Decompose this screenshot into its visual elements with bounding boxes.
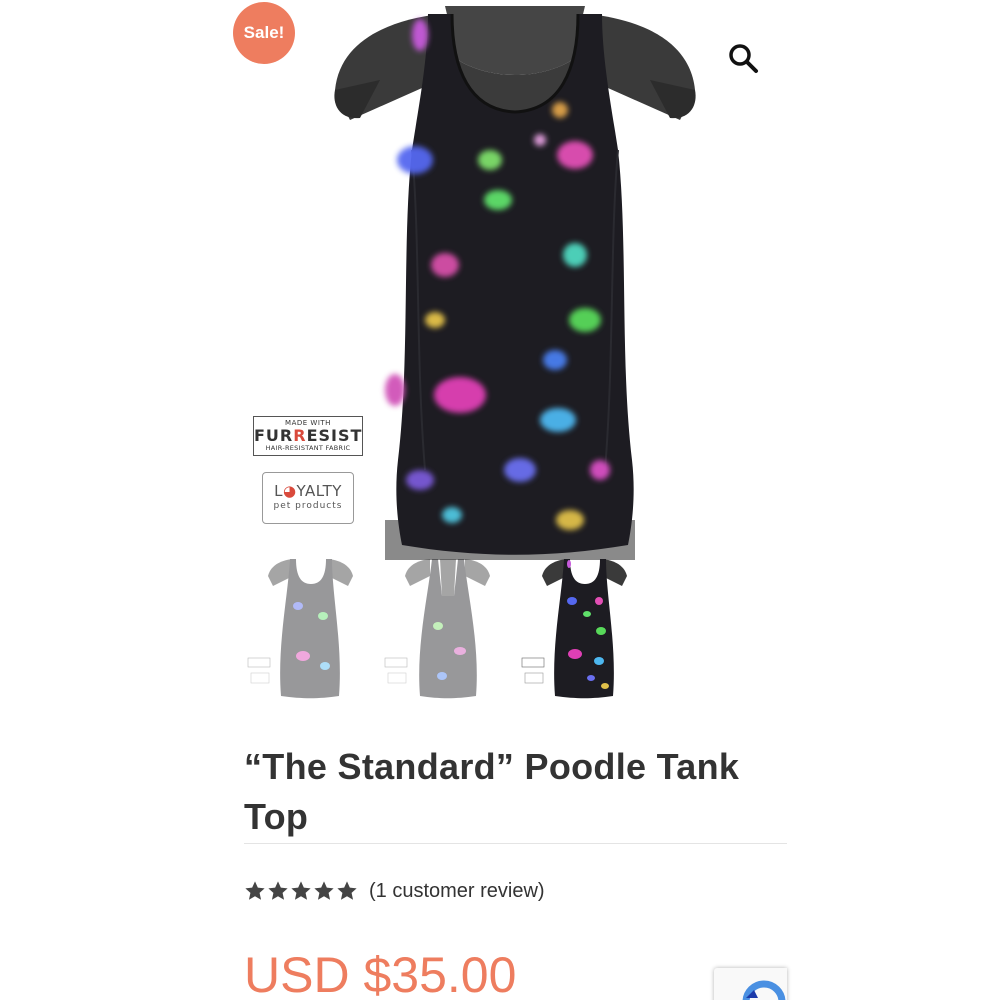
customer-review-link[interactable]: (1 customer review): [369, 880, 545, 903]
title-divider: [244, 843, 787, 844]
recaptcha-icon[interactable]: [714, 968, 787, 1000]
loyalty-logo-tagline: pet products: [273, 501, 343, 511]
product-rating: (1 customer review): [244, 878, 545, 904]
sale-badge: Sale!: [233, 2, 295, 64]
star-icon: [245, 881, 265, 900]
product-page: Sale! MADE WITH FURRESIST HAIR-RESISTANT…: [0, 0, 1000, 1000]
magnifier-icon[interactable]: [726, 41, 760, 75]
loyalty-brand-logo: L◕YALTY pet products: [262, 472, 354, 524]
star-icon: [337, 881, 357, 900]
product-price: USD $35.00: [244, 947, 517, 1000]
thumbnail-back-view[interactable]: [380, 556, 517, 701]
fabric-brand-logo: MADE WITH FURRESIST HAIR-RESISTANT FABRI…: [253, 416, 363, 456]
star-rating[interactable]: [244, 880, 359, 902]
star-icon: [291, 881, 311, 900]
star-icon: [268, 881, 288, 900]
thumbnail-front-view[interactable]: [243, 556, 380, 701]
star-icon: [314, 881, 334, 900]
fabric-logo-brand: FURRESIST: [254, 426, 363, 445]
fabric-logo-line3: HAIR-RESISTANT FABRIC: [265, 444, 351, 452]
loyalty-logo-brand: L◕YALTY: [274, 482, 342, 500]
thumbnail-front-color-view[interactable]: [517, 556, 654, 701]
product-title: “The Standard” Poodle Tank Top: [244, 746, 740, 837]
thumbnail-gallery: [243, 556, 653, 701]
